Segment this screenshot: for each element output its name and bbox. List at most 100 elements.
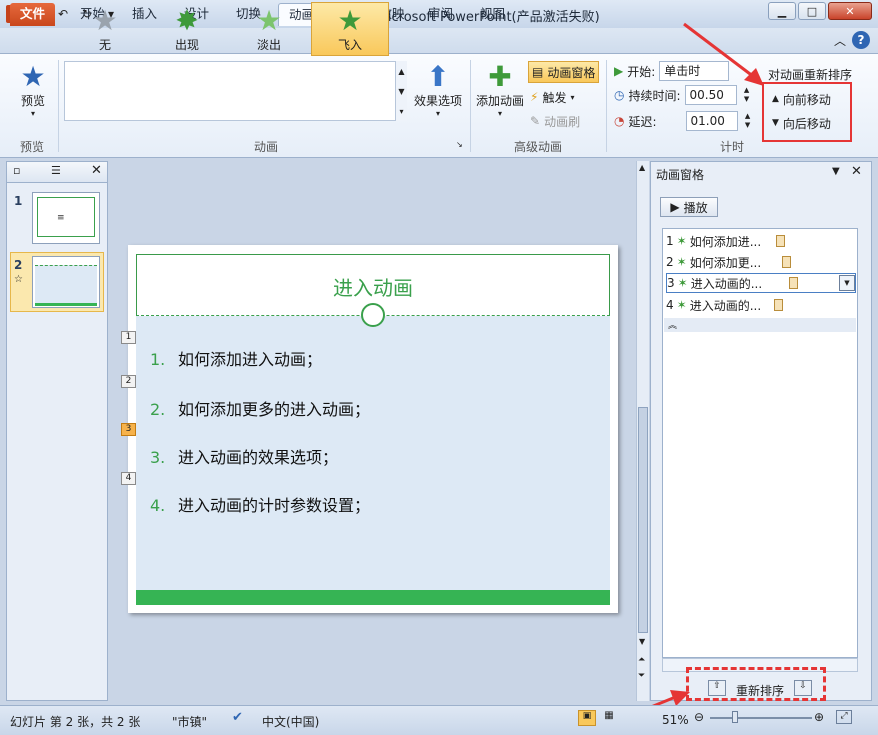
reorder-down-icon[interactable]: ⇩ bbox=[794, 680, 812, 696]
gallery-more-icon[interactable]: ▾ bbox=[399, 107, 403, 116]
start-play-icon: ▶ bbox=[614, 64, 624, 78]
animation-tag-2[interactable]: 2 bbox=[121, 375, 136, 388]
gallery-up-icon[interactable]: ▲ bbox=[398, 67, 404, 76]
painter-label: 动画刷 bbox=[544, 114, 581, 129]
animation-list-item-3[interactable]: 3 ✶ 进入动画的... ▼ bbox=[666, 273, 856, 293]
bullet-item-4[interactable]: 4. 进入动画的计时参数设置； bbox=[150, 492, 370, 516]
gallery-down-icon[interactable]: ▼ bbox=[398, 87, 404, 96]
slides-tab-icon[interactable]: ▫ bbox=[13, 164, 20, 177]
slide-footer-bar bbox=[136, 590, 610, 605]
play-icon: ▶ bbox=[670, 200, 680, 214]
slide-sorter-view-icon[interactable]: ▦ bbox=[600, 710, 618, 726]
item-number: 4 bbox=[666, 298, 674, 312]
fly-in-effect-icon: ✶ bbox=[676, 255, 687, 269]
zoom-out-icon[interactable]: ⊖ bbox=[694, 710, 704, 724]
delay-row: ◔ 延迟: 01.00 ▲ ▼ bbox=[614, 110, 754, 132]
animation-list-item-2[interactable]: 2 ✶ 如何添加更... bbox=[666, 252, 856, 272]
play-button[interactable]: ▶ 播放 bbox=[660, 197, 718, 217]
effect-options-label: 效果选项 bbox=[413, 94, 462, 108]
tab-review[interactable]: 审阅 bbox=[418, 3, 463, 26]
zoom-slider-thumb[interactable] bbox=[732, 711, 738, 723]
scroll-up-icon[interactable]: ▲ bbox=[639, 163, 645, 172]
prev-slide-icon[interactable]: ⏶ bbox=[638, 655, 645, 665]
effect-options-dropdown-icon: ▾ bbox=[435, 109, 440, 118]
animation-tag-1[interactable]: 1 bbox=[121, 331, 136, 344]
scroll-thumb[interactable] bbox=[638, 407, 648, 633]
zoom-level[interactable]: 51% bbox=[662, 713, 689, 727]
fit-to-window-icon[interactable]: ⤢ bbox=[836, 710, 852, 724]
group-separator bbox=[58, 60, 59, 152]
bullet-text: 进入动画的效果选项； bbox=[178, 448, 339, 467]
collapse-ribbon-icon[interactable]: ︿ bbox=[834, 32, 846, 49]
add-animation-button[interactable]: ✚ 添加动画 ▾ bbox=[474, 60, 526, 119]
add-animation-label: 添加动画 bbox=[475, 94, 524, 108]
preview-label: 预览 bbox=[20, 94, 45, 108]
trigger-button[interactable]: ⚡ 触发 ▾ bbox=[530, 86, 574, 108]
move-earlier-label: 向前移动 bbox=[782, 92, 831, 107]
gallery-item-fade[interactable]: ★ 淡出 bbox=[230, 2, 308, 56]
gallery-item-fly-in[interactable]: ★ 飞入 bbox=[311, 2, 389, 56]
move-earlier-button[interactable]: ▲ 向前移动 bbox=[772, 88, 831, 110]
move-later-button[interactable]: ▼ 向后移动 bbox=[772, 112, 831, 134]
gallery-label: 飞入 bbox=[337, 37, 362, 52]
zoom-in-icon[interactable]: ⊕ bbox=[814, 710, 824, 724]
maximize-button[interactable]: □ bbox=[798, 2, 826, 20]
vertical-scrollbar[interactable]: ▲ ▼ ⏶ ⏷ bbox=[636, 161, 649, 701]
minimize-button[interactable]: ▁ bbox=[768, 2, 796, 20]
outline-tab-icon[interactable]: ☰ bbox=[51, 164, 61, 177]
item-dropdown-icon[interactable]: ▼ bbox=[839, 275, 855, 291]
fly-in-star-icon: ★ bbox=[337, 3, 363, 37]
animation-pane-button[interactable]: ▤ 动画窗格 bbox=[528, 61, 600, 83]
dialog-launcher-icon[interactable]: ↘ bbox=[456, 140, 463, 149]
slide-thumbnail-2[interactable] bbox=[32, 256, 100, 308]
close-animation-pane-icon[interactable]: ✕ bbox=[851, 164, 862, 179]
theme-status[interactable]: "市镇" bbox=[172, 713, 207, 730]
language-status[interactable]: 中文(中国) bbox=[262, 713, 319, 730]
animation-tag-3[interactable]: 3 bbox=[121, 423, 136, 436]
pane-options-icon[interactable]: ▼ bbox=[832, 166, 840, 177]
gallery-item-none[interactable]: ★ 无 bbox=[66, 2, 144, 56]
bullet-item-1[interactable]: 1. 如何添加进入动画； bbox=[150, 346, 322, 370]
slides-pane-header: ▫ ☰ ✕ bbox=[6, 161, 108, 183]
gallery-item-appear[interactable]: ✸ 出现 bbox=[148, 2, 226, 56]
delay-spinner[interactable]: ▲ ▼ bbox=[742, 111, 754, 131]
preview-button[interactable]: ★ 预览 ▾ bbox=[14, 62, 52, 119]
animation-painter-button[interactable]: ✎ 动画刷 bbox=[530, 110, 580, 132]
item-number: 1 bbox=[666, 234, 674, 248]
next-slide-icon[interactable]: ⏷ bbox=[638, 671, 645, 681]
tab-file[interactable]: 文件 bbox=[10, 3, 56, 26]
fly-in-effect-icon: ✶ bbox=[677, 276, 688, 290]
scroll-down-icon[interactable]: ▼ bbox=[639, 637, 645, 646]
duration-label: 持续时间: bbox=[628, 88, 681, 103]
close-button[interactable]: ✕ bbox=[828, 2, 872, 20]
animation-list-item-4[interactable]: 4 ✶ 进入动画的... bbox=[666, 295, 856, 315]
bullet-item-3[interactable]: 3. 进入动画的效果选项； bbox=[150, 444, 338, 468]
item-label: 如何添加更... bbox=[689, 255, 762, 270]
close-pane-icon[interactable]: ✕ bbox=[91, 163, 102, 178]
collapse-contents-icon[interactable]: ︽ bbox=[664, 318, 856, 332]
clock-icon: ◷ bbox=[614, 88, 625, 102]
up-arrow-icon: ⬆ bbox=[426, 60, 450, 93]
gallery-label: 出现 bbox=[174, 37, 199, 52]
spellcheck-icon[interactable]: ✔ bbox=[232, 710, 243, 725]
slide-title[interactable]: 进入动画 bbox=[136, 272, 610, 301]
bullet-item-2[interactable]: 2. 如何添加更多的进入动画； bbox=[150, 396, 370, 420]
group-separator bbox=[606, 60, 607, 152]
bullet-number: 2. bbox=[150, 400, 166, 419]
group-label-timing: 计时 bbox=[719, 140, 744, 154]
timing-bar bbox=[776, 235, 786, 247]
zoom-slider[interactable] bbox=[710, 717, 812, 719]
effect-options-button[interactable]: ⬆ 效果选项 ▾ bbox=[412, 60, 464, 119]
help-icon[interactable]: ? bbox=[852, 31, 870, 49]
add-animation-icon: ✚ bbox=[488, 60, 512, 93]
normal-view-icon[interactable]: ▣ bbox=[578, 710, 596, 726]
delay-input[interactable]: 01.00 bbox=[685, 111, 738, 131]
animation-tag-4[interactable]: 4 bbox=[121, 472, 136, 485]
reorder-up-icon[interactable]: ⇧ bbox=[708, 680, 726, 696]
trigger-label: 触发 bbox=[542, 90, 567, 105]
gallery-scrollbar[interactable]: ▲ ▼ ▾ bbox=[395, 61, 407, 121]
tab-view[interactable]: 视图 bbox=[470, 3, 515, 26]
animation-list-item-1[interactable]: 1 ✶ 如何添加进... bbox=[666, 231, 856, 251]
slide-thumbnail-1[interactable]: ≡ bbox=[32, 192, 100, 244]
animation-pane-title: 动画窗格 bbox=[656, 168, 705, 182]
